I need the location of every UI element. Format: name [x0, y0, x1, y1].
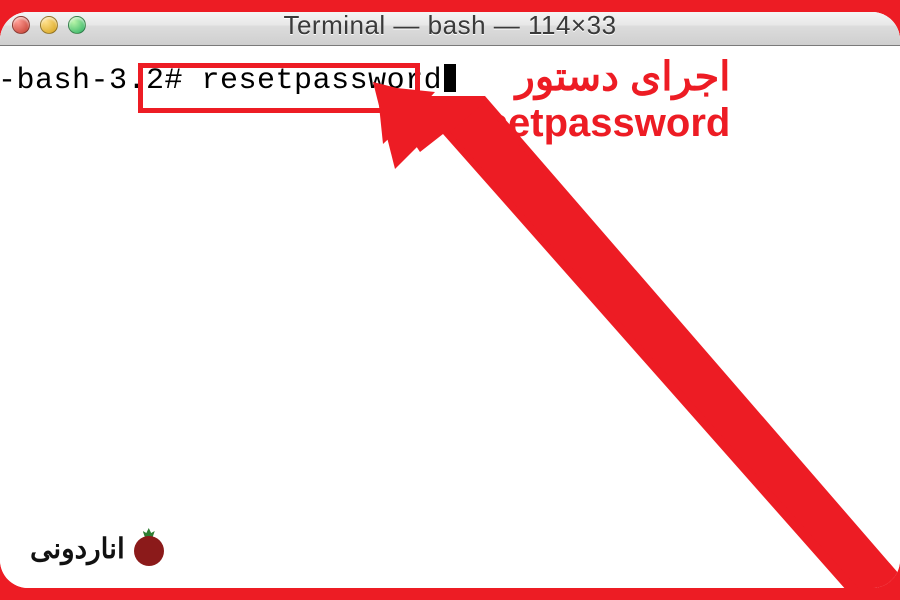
zoom-window-button[interactable] [68, 16, 86, 34]
tutorial-frame: Terminal — bash — 114×33 -bash-3.2# rese… [0, 12, 900, 588]
annotation-line2: resetpassword [448, 100, 730, 146]
annotation-line1: اجرای دستور [448, 54, 730, 100]
brand-name: اناردونی [30, 532, 125, 565]
window-title: Terminal — bash — 114×33 [283, 12, 616, 41]
traffic-lights [12, 16, 86, 34]
brand-logo: اناردونی [30, 530, 167, 566]
window-titlebar: Terminal — bash — 114×33 [0, 12, 900, 46]
minimize-window-button[interactable] [40, 16, 58, 34]
pomegranate-icon [131, 530, 167, 566]
shell-command: resetpassword [202, 64, 443, 98]
shell-prompt: -bash-3.2# [0, 64, 202, 98]
close-window-button[interactable] [12, 16, 30, 34]
annotation-label: اجرای دستور resetpassword [448, 54, 730, 146]
